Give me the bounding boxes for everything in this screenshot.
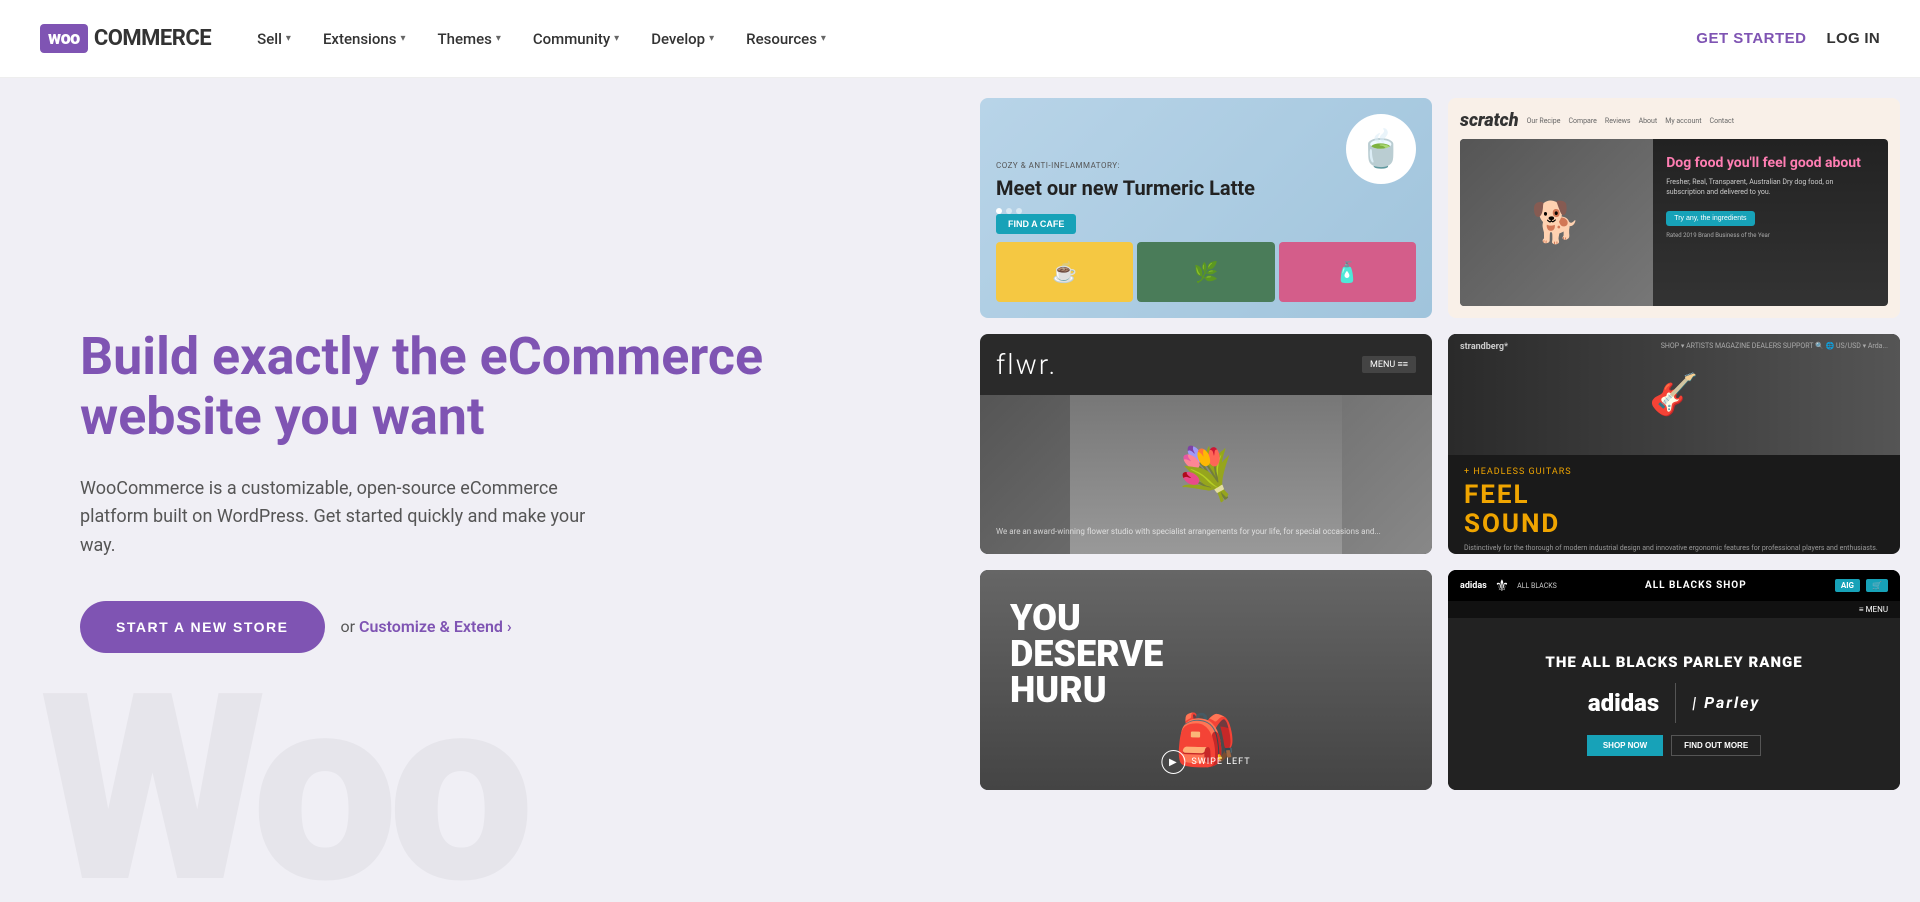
aig-badge: AIG (1835, 579, 1860, 592)
allblacks-logos: adidas ⚜ ALL BLACKS (1460, 576, 1557, 595)
chevron-down-icon: ▾ (821, 33, 826, 44)
allblacks-logos-hero: adidas | Parley (1588, 683, 1760, 723)
scratch-headline: Dog food you'll feel good about (1666, 155, 1872, 172)
hero-section: Build exactly the eCommerce website you … (0, 78, 960, 902)
watermark-text: Woo (40, 638, 524, 902)
nav-item-sell[interactable]: Sell ▾ (243, 22, 305, 56)
huru-swipe: ▶ SWIPE LEFT (1161, 750, 1250, 774)
allblacks-hero-title: THE ALL BLACKS PARLEY RANGE (1545, 653, 1802, 671)
product-thumb-2: 🌿 (1137, 242, 1274, 302)
scratch-nav: Our Recipe Compare Reviews About My acco… (1527, 117, 1734, 125)
logo-woo: woo (40, 24, 88, 53)
bowl-icon: 🍵 (1346, 114, 1416, 184)
chevron-down-icon: ▾ (286, 33, 291, 44)
strandberg-logo-text: strandberg* (1460, 342, 1508, 352)
screenshot-allblacks: adidas ⚜ ALL BLACKS ALL BLACKS SHOP AIG … (1448, 570, 1900, 790)
turmeric-title: Meet our new Turmeric Latte (996, 176, 1416, 200)
nav-item-community[interactable]: Community ▾ (519, 22, 633, 56)
logo[interactable]: woo COMMERCE (40, 24, 211, 53)
header-right: GET STARTED LOG IN (1696, 30, 1880, 47)
chevron-down-icon: ▾ (709, 33, 714, 44)
find-out-more-button[interactable]: FIND OUT MORE (1671, 735, 1761, 756)
allblacks-shop-title: ALL BLACKS SHOP (1645, 580, 1747, 591)
nav-item-themes[interactable]: Themes ▾ (424, 22, 515, 56)
screenshot-turmeric: 🍵 COZY & ANTI-INFLAMMATORY: Meet our new… (980, 98, 1432, 318)
allblacks-fern-icon: ⚜ (1495, 576, 1509, 595)
product-row: ☕ 🌿 🧴 (996, 242, 1416, 302)
flwr-header: flwr. MENU ≡≡ (980, 334, 1432, 395)
chevron-down-icon: ▾ (400, 33, 405, 44)
find-cafe-button[interactable]: FIND A CAFE (996, 214, 1076, 234)
nav-item-resources[interactable]: Resources ▾ (732, 22, 840, 56)
screenshot-flwr: flwr. MENU ≡≡ 💐 We are an award-winning … (980, 334, 1432, 554)
scratch-badge: Rated 2019 Brand Business of the Year (1666, 232, 1872, 239)
swipe-circle-icon: ▶ (1161, 750, 1185, 774)
nav-item-extensions[interactable]: Extensions ▾ (309, 22, 420, 56)
allblacks-menu-button[interactable]: ≡ MENU (1859, 605, 1888, 614)
screenshot-scratch: scratch Our Recipe Compare Reviews About… (1448, 98, 1900, 318)
strandberg-image: 🎸 strandberg* SHOP ▾ ARTISTS MAGAZINE DE… (1448, 334, 1900, 455)
scratch-text: Dog food you'll feel good about Fresher,… (1654, 155, 1872, 239)
flwr-text-overlay: We are an award-winning flower studio wi… (996, 526, 1416, 538)
main-nav: Sell ▾ Extensions ▾ Themes ▾ Community ▾… (243, 22, 840, 56)
scratch-body: Fresher, Real, Transparent, Australian D… (1666, 178, 1872, 198)
hero-subtitle: WooCommerce is a customizable, open-sour… (80, 475, 600, 561)
strandberg-bottom: + HEADLESS GUITARS FEELSOUND Distinctive… (1448, 455, 1900, 554)
swipe-label: SWIPE LEFT (1191, 757, 1250, 767)
hero-title: Build exactly the eCommerce website you … (80, 327, 880, 447)
flwr-image: 💐 We are an award-winning flower studio … (980, 395, 1432, 554)
strandberg-tagline: + HEADLESS GUITARS (1464, 467, 1884, 477)
huru-headline: YOUDESERVEHURU (1010, 600, 1163, 708)
logo-commerce: COMMERCE (94, 26, 211, 51)
nz-logo: ALL BLACKS (1517, 582, 1557, 590)
customize-extend-link[interactable]: Customize & Extend › (359, 617, 512, 636)
scratch-cta-button[interactable]: Try any, the ingredients (1666, 211, 1754, 226)
screenshot-grid: 🍵 COZY & ANTI-INFLAMMATORY: Meet our new… (960, 78, 1920, 902)
allblacks-buttons: SHOP NOW FIND OUT MORE (1587, 735, 1761, 756)
flwr-menu: MENU ≡≡ (1362, 356, 1416, 373)
cart-icon: 🛒 (1866, 579, 1888, 592)
parley-logo: | Parley (1692, 693, 1760, 712)
product-thumb-1: ☕ (996, 242, 1133, 302)
log-in-button[interactable]: LOG IN (1827, 30, 1880, 47)
main-content: Build exactly the eCommerce website you … (0, 0, 1920, 902)
shop-now-button[interactable]: SHOP NOW (1587, 735, 1663, 756)
product-thumb-3: 🧴 (1279, 242, 1416, 302)
main-header: woo COMMERCE Sell ▾ Extensions ▾ Themes … (0, 0, 1920, 78)
scratch-hero: 🐕 Dog food you'll feel good about Freshe… (1460, 139, 1888, 306)
adidas-big-logo: adidas (1588, 689, 1659, 717)
get-started-button[interactable]: GET STARTED (1696, 30, 1806, 47)
adidas-logo: adidas (1460, 581, 1487, 591)
chevron-down-icon: ▾ (496, 33, 501, 44)
strandberg-nav: SHOP ▾ ARTISTS MAGAZINE DEALERS SUPPORT … (1661, 342, 1888, 352)
strandberg-header: strandberg* SHOP ▾ ARTISTS MAGAZINE DEAL… (1448, 334, 1900, 360)
scratch-logo: scratch (1460, 110, 1519, 131)
allblacks-nav: ≡ MENU (1448, 601, 1900, 618)
scratch-header: scratch Our Recipe Compare Reviews About… (1460, 110, 1888, 131)
nav-item-develop[interactable]: Develop ▾ (637, 22, 728, 56)
header-left: woo COMMERCE Sell ▾ Extensions ▾ Themes … (40, 22, 840, 56)
allblacks-header: adidas ⚜ ALL BLACKS ALL BLACKS SHOP AIG … (1448, 570, 1900, 601)
logo-divider (1675, 683, 1676, 723)
chevron-down-icon: ▾ (614, 33, 619, 44)
flwr-logo: flwr. (996, 348, 1057, 381)
strandberg-title: FEELSOUND (1464, 481, 1884, 538)
allblacks-actions: AIG 🛒 (1835, 579, 1888, 592)
allblacks-hero: THE ALL BLACKS PARLEY RANGE adidas | Par… (1448, 618, 1900, 790)
screenshot-strandberg: 🎸 strandberg* SHOP ▾ ARTISTS MAGAZINE DE… (1448, 334, 1900, 554)
cta-secondary-text: or Customize & Extend › (341, 617, 512, 636)
screenshot-huru: 🎒 YOUDESERVEHURU ▶ SWIPE LEFT (980, 570, 1432, 790)
huru-text: YOUDESERVEHURU (1010, 600, 1163, 708)
dog-image: 🐕 (1460, 139, 1653, 306)
strandberg-desc: Distinctively for the thorough of modern… (1464, 544, 1884, 554)
huru-background: 🎒 YOUDESERVEHURU ▶ SWIPE LEFT (980, 570, 1432, 790)
